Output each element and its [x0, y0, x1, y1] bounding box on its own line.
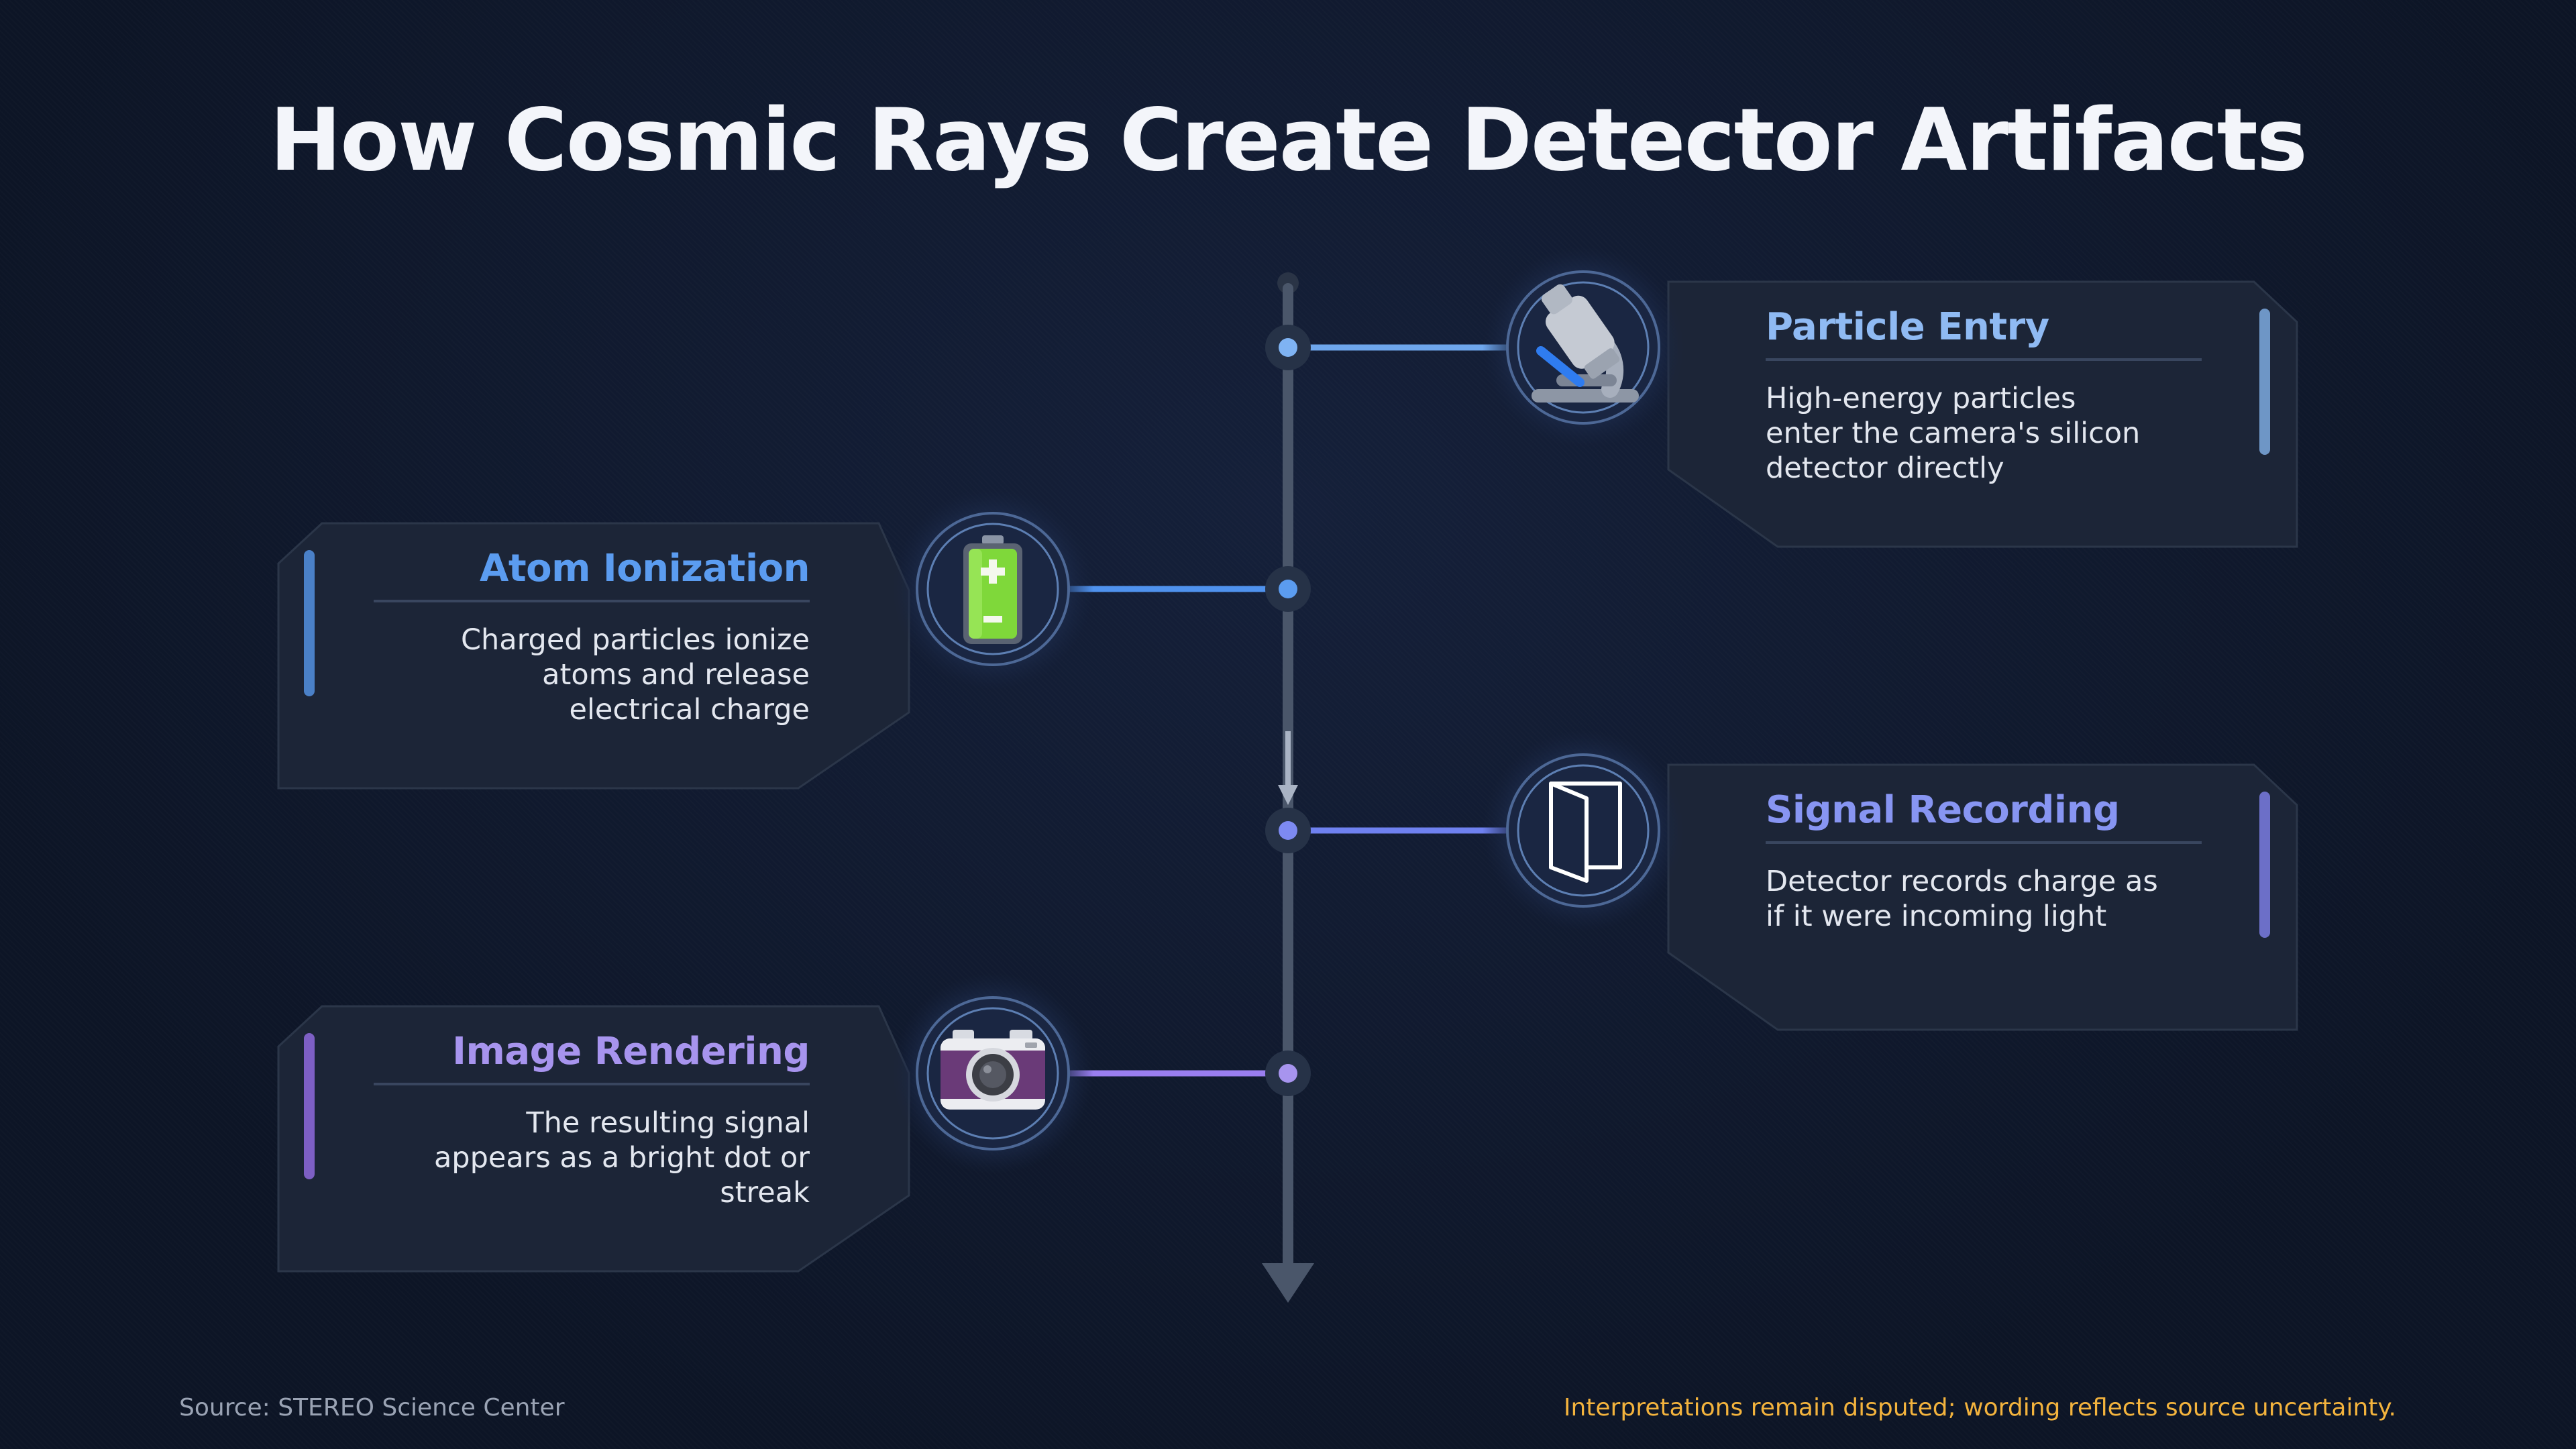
- card-text-image-rendering: Image Rendering The resulting signal app…: [374, 1030, 810, 1210]
- connector-dot: [1279, 1064, 1297, 1083]
- card-text-atom-ionization: Atom Ionization Charged particles ionize…: [374, 547, 810, 727]
- step-title: Image Rendering: [452, 1030, 810, 1073]
- title-rule: [1766, 358, 2202, 361]
- battery-icon: [892, 488, 1093, 690]
- timeline-spine: [1262, 272, 1314, 1303]
- step-description: High-energy particles enter the camera's…: [1766, 382, 2141, 485]
- step-description: The resulting signal appears as a bright…: [433, 1106, 810, 1210]
- title-rule: [1766, 841, 2202, 844]
- connector-dot: [1279, 821, 1297, 840]
- step-description: Charged particles ionize atoms and relea…: [461, 623, 810, 727]
- microscope-icon: [1483, 247, 1684, 448]
- accent-bar: [304, 1033, 315, 1179]
- accent-bar: [304, 550, 315, 696]
- step-title: Atom Ionization: [480, 547, 810, 590]
- disclaimer-note: Interpretations remain disputed; wording…: [1563, 1394, 2396, 1421]
- open-door-icon: [1483, 730, 1684, 931]
- card-text-particle-entry: Particle Entry High-energy particles ent…: [1766, 305, 2202, 486]
- accent-bar: [2259, 309, 2270, 455]
- title-rule: [374, 600, 810, 602]
- accent-bar: [2259, 792, 2270, 938]
- step-title: Signal Recording: [1766, 788, 2120, 832]
- step-title: Particle Entry: [1766, 305, 2049, 349]
- title-rule: [374, 1083, 810, 1085]
- source-credit: Source: STEREO Science Center: [179, 1394, 565, 1421]
- camera-icon: [892, 973, 1093, 1174]
- step-description: Detector records charge as if it were in…: [1766, 865, 2158, 933]
- connector-dot: [1279, 338, 1297, 357]
- card-text-signal-recording: Signal Recording Detector records charge…: [1766, 788, 2202, 934]
- connector-dot: [1279, 580, 1297, 598]
